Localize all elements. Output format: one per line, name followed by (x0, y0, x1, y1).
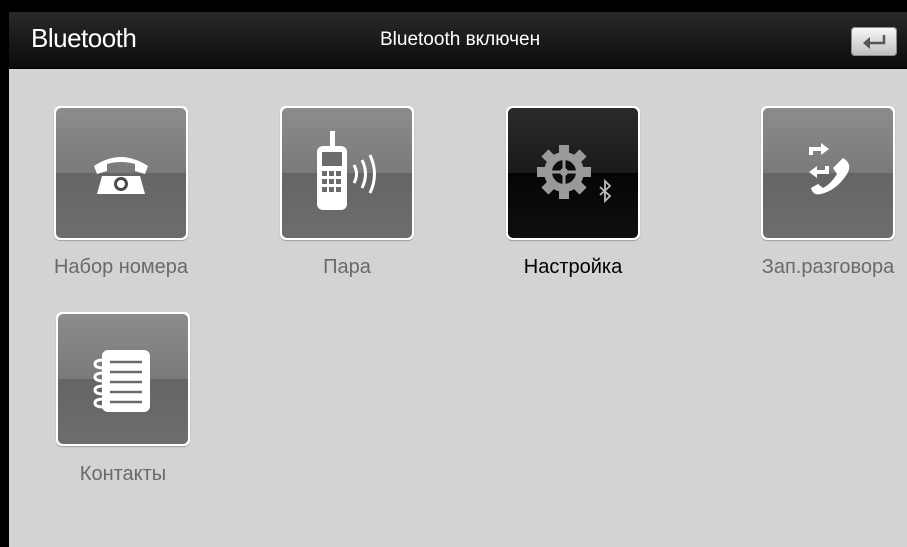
contacts-tile-face (58, 314, 188, 444)
mobile-pairing-icon (317, 131, 376, 210)
settings-tile[interactable] (506, 106, 640, 240)
contacts-label: Контакты (79, 463, 167, 485)
menu-grid: Набор номера Пара Настройка Зап.разговор… (9, 69, 907, 547)
bluetooth-screen: Bluetooth Bluetooth включен Набор номера (0, 0, 907, 547)
settings-gear-bluetooth-icon (537, 145, 612, 204)
back-arrow-icon (863, 35, 886, 49)
app-title: Bluetooth (31, 23, 137, 53)
call-log-tile[interactable] (761, 106, 895, 240)
pair-tile-face (282, 108, 412, 238)
contacts-notebook-icon (93, 350, 150, 412)
settings-label: Настройка (523, 256, 623, 278)
dial-tile-face (56, 108, 186, 238)
back-button[interactable] (851, 27, 897, 56)
contacts-tile[interactable] (56, 312, 190, 446)
phone-dial-icon (94, 157, 148, 194)
dial-label: Набор номера (53, 256, 189, 278)
dial-tile[interactable] (54, 106, 188, 240)
settings-tile-face (508, 108, 638, 238)
call-log-tile-face (763, 108, 893, 238)
bluetooth-status: Bluetooth включен (380, 29, 541, 50)
pair-tile[interactable] (280, 106, 414, 240)
call-log-icon (809, 143, 850, 195)
pair-label: Пара (323, 256, 371, 278)
call-log-label: Зап.разговора (761, 256, 895, 278)
top-bar: Bluetooth Bluetooth включен (9, 12, 907, 69)
